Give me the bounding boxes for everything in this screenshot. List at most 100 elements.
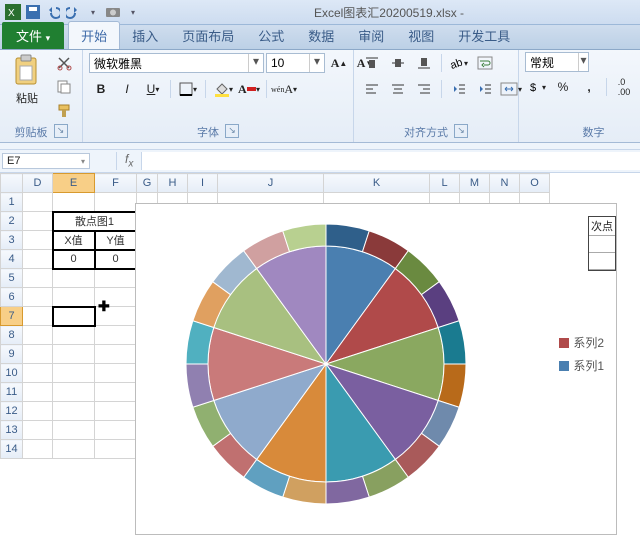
orientation-button[interactable]: ab▾ <box>447 52 471 74</box>
paste-button[interactable]: 粘贴 <box>6 52 48 108</box>
cell-D3[interactable] <box>23 231 53 250</box>
bold-button[interactable]: B <box>89 78 113 100</box>
cell-D14[interactable] <box>23 440 53 459</box>
row-header-9[interactable]: 9 <box>1 345 23 364</box>
tab-view[interactable]: 视图 <box>396 22 446 49</box>
cell-D7[interactable] <box>23 307 53 326</box>
chevron-down-icon[interactable]: ▾ <box>578 53 588 71</box>
comma-button[interactable]: , <box>577 76 601 98</box>
cell-F1[interactable] <box>95 193 137 212</box>
increase-font-button[interactable]: A▲ <box>327 52 351 74</box>
percent-button[interactable]: % <box>551 76 575 98</box>
cell-D1[interactable] <box>23 193 53 212</box>
number-format-input[interactable] <box>526 53 578 71</box>
cell-D2[interactable] <box>23 212 53 231</box>
cell-F11[interactable] <box>95 383 137 402</box>
col-header-N[interactable]: N <box>490 174 520 193</box>
name-box[interactable]: E7▾ <box>2 153 90 169</box>
cell-E6[interactable] <box>53 288 95 307</box>
font-color-button[interactable]: A▾ <box>237 78 261 100</box>
wrap-text-button[interactable] <box>473 52 497 74</box>
col-header-H[interactable]: H <box>158 174 188 193</box>
col-header-E[interactable]: E <box>53 174 95 193</box>
row-header-4[interactable]: 4 <box>1 250 23 269</box>
cell-D5[interactable] <box>23 269 53 288</box>
border-button[interactable]: ▾ <box>176 78 200 100</box>
col-header-O[interactable]: O <box>520 174 550 193</box>
number-format-combo[interactable]: ▾ <box>525 52 589 72</box>
align-center-button[interactable] <box>386 78 410 100</box>
qat-dropdown-icon[interactable]: ▾ <box>84 3 102 21</box>
font-name-combo[interactable]: ▾ <box>89 53 264 73</box>
cell-D10[interactable] <box>23 364 53 383</box>
row-header-10[interactable]: 10 <box>1 364 23 383</box>
cut-button[interactable] <box>52 52 76 74</box>
cell-E1[interactable] <box>53 193 95 212</box>
col-header-G[interactable]: G <box>137 174 158 193</box>
cell-D11[interactable] <box>23 383 53 402</box>
tab-insert[interactable]: 插入 <box>120 22 170 49</box>
copy-button[interactable] <box>52 76 76 98</box>
cell-E9[interactable] <box>53 345 95 364</box>
cell-F14[interactable] <box>95 440 137 459</box>
col-header-I[interactable]: I <box>188 174 218 193</box>
cell-E2[interactable]: 散点图1 <box>53 212 137 231</box>
align-middle-button[interactable] <box>386 52 410 74</box>
font-size-input[interactable] <box>267 54 309 72</box>
cell-F4[interactable]: 0 <box>95 250 137 269</box>
cell-E7[interactable] <box>53 307 95 326</box>
col-header-L[interactable]: L <box>430 174 460 193</box>
cell-D8[interactable] <box>23 326 53 345</box>
format-painter-button[interactable] <box>52 100 76 122</box>
save-icon[interactable] <box>24 3 42 21</box>
align-top-button[interactable] <box>360 52 384 74</box>
tab-home[interactable]: 开始 <box>68 21 120 49</box>
increase-decimal-button[interactable]: .0.00 <box>612 76 636 98</box>
underline-button[interactable]: U▾ <box>141 78 165 100</box>
cell-D12[interactable] <box>23 402 53 421</box>
cell-F8[interactable] <box>95 326 137 345</box>
cell-D4[interactable] <box>23 250 53 269</box>
cell-E3[interactable]: X值 <box>53 231 95 250</box>
cell-E4[interactable]: 0 <box>53 250 95 269</box>
chevron-down-icon[interactable]: ▾ <box>248 54 263 72</box>
align-right-button[interactable] <box>412 78 436 100</box>
cell-E10[interactable] <box>53 364 95 383</box>
cell-F13[interactable] <box>95 421 137 440</box>
cell-E5[interactable] <box>53 269 95 288</box>
pie-chart[interactable] <box>176 214 476 514</box>
row-header-6[interactable]: 6 <box>1 288 23 307</box>
cell-E8[interactable] <box>53 326 95 345</box>
fill-color-button[interactable]: ▾ <box>211 78 235 100</box>
font-name-input[interactable] <box>90 54 248 72</box>
fx-icon[interactable]: fx <box>116 152 142 169</box>
row-header-8[interactable]: 8 <box>1 326 23 345</box>
tab-pagelayout[interactable]: 页面布局 <box>170 22 246 49</box>
align-dialog-launcher[interactable]: ↘ <box>454 124 468 138</box>
row-header-3[interactable]: 3 <box>1 231 23 250</box>
worksheet[interactable]: DEFGHIJKLMNO12散点图13X值Y值40056789101112131… <box>0 173 640 548</box>
accounting-button[interactable]: $▾ <box>525 76 549 98</box>
tab-developer[interactable]: 开发工具 <box>446 22 522 49</box>
tab-formulas[interactable]: 公式 <box>246 22 296 49</box>
row-header-5[interactable]: 5 <box>1 269 23 288</box>
embedded-chart[interactable]: 系列2 系列1 次点 <box>135 203 617 535</box>
cell-D9[interactable] <box>23 345 53 364</box>
font-size-combo[interactable]: ▾ <box>266 53 325 73</box>
italic-button[interactable]: I <box>115 78 139 100</box>
cell-E14[interactable] <box>53 440 95 459</box>
font-dialog-launcher[interactable]: ↘ <box>225 124 239 138</box>
row-header-11[interactable]: 11 <box>1 383 23 402</box>
phonetic-button[interactable]: wénA▾ <box>272 78 296 100</box>
camera-icon[interactable] <box>104 3 122 21</box>
chevron-down-icon[interactable]: ▾ <box>81 157 85 166</box>
row-header-12[interactable]: 12 <box>1 402 23 421</box>
formula-input[interactable] <box>142 152 640 170</box>
cell-E11[interactable] <box>53 383 95 402</box>
col-header-F[interactable]: F <box>95 174 137 193</box>
cell-D13[interactable] <box>23 421 53 440</box>
decrease-indent-button[interactable] <box>447 78 471 100</box>
col-header-J[interactable]: J <box>218 174 324 193</box>
cell-F5[interactable] <box>95 269 137 288</box>
col-header-K[interactable]: K <box>324 174 430 193</box>
